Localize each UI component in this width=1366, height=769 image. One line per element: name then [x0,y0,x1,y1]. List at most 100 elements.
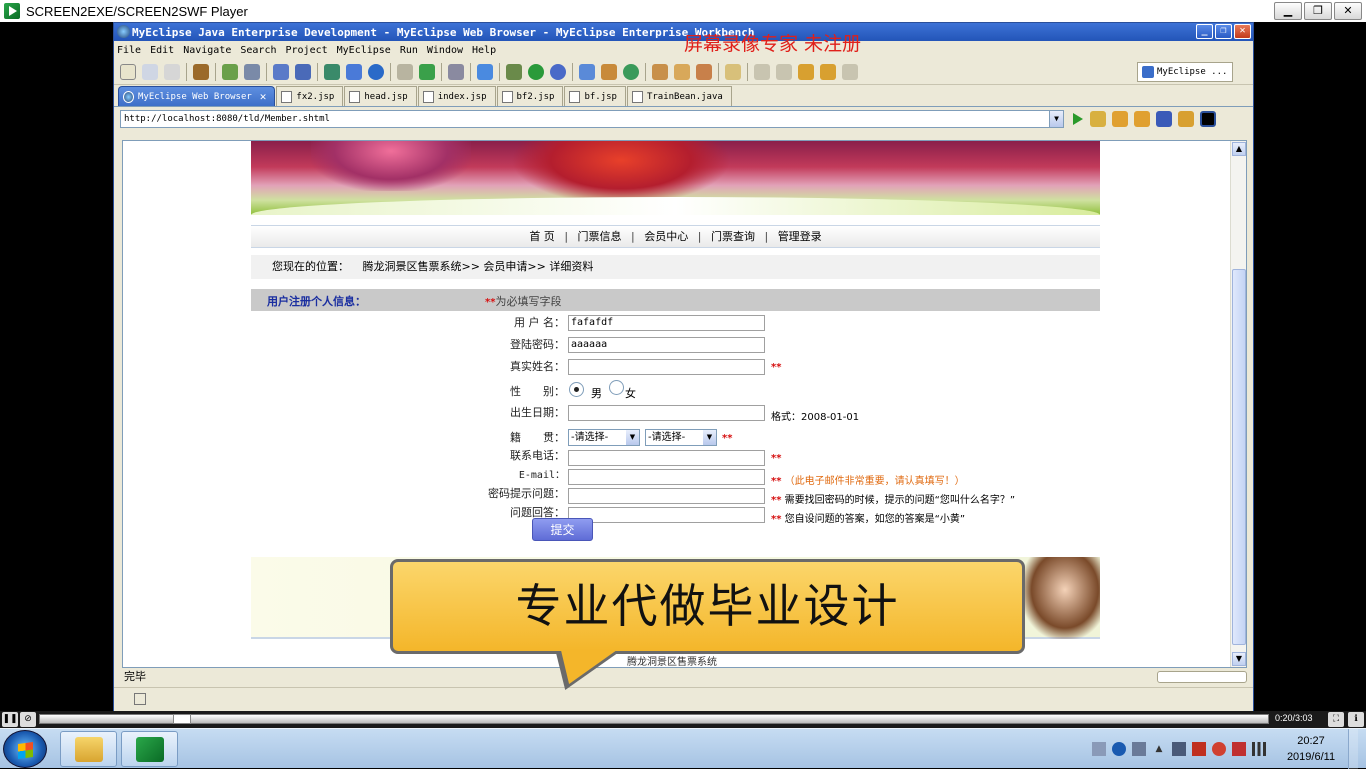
scroll-thumb[interactable] [1232,269,1246,645]
language-icon[interactable] [1132,742,1146,756]
menu-navigate[interactable]: Navigate [183,45,231,56]
seek-bar[interactable] [39,714,1269,724]
tab-index-jsp[interactable]: index.jsp [417,86,496,106]
perspective-switcher[interactable]: MyEclipse ... [1137,62,1233,82]
close-tab-icon[interactable]: ✕ [260,90,267,103]
tab-bf-jsp[interactable]: bf.jsp [564,86,626,106]
open-type-icon[interactable] [477,63,493,80]
new-class-icon[interactable] [601,63,617,80]
menu-window[interactable]: Window [427,45,463,56]
phone-input[interactable] [568,450,765,466]
menu-myeclipse[interactable]: MyEclipse [337,45,391,56]
minimize-button[interactable]: ▁ [1274,2,1302,20]
answer-input[interactable] [568,507,765,523]
volume-muted-icon[interactable] [1212,742,1226,756]
refresh-icon[interactable] [419,63,435,80]
email-input[interactable] [568,469,765,485]
show-desktop-button[interactable] [1348,729,1358,769]
new-web-project-icon[interactable] [579,63,595,80]
run-icon[interactable] [528,63,544,80]
scroll-up-icon[interactable]: ▲ [1232,142,1246,156]
tab-web-browser[interactable]: MyEclipse Web Browser ✕ [118,86,276,106]
system-clock[interactable]: 20:27 2019/6/11 [1280,733,1342,765]
player-task-button[interactable] [121,731,178,767]
server-icon[interactable] [244,63,260,80]
birth-input[interactable] [568,405,765,421]
pause-icon[interactable]: ❚❚ [2,712,18,727]
open-resource-icon[interactable] [652,63,668,80]
tab-head-jsp[interactable]: head.jsp [344,86,417,106]
save-icon[interactable] [142,63,158,80]
menu-run[interactable]: Run [400,45,418,56]
run-server-icon[interactable] [346,63,362,80]
back-icon[interactable] [820,63,836,80]
submit-button[interactable]: 提交 [532,518,593,541]
tab-fx2-jsp[interactable]: fx2.jsp [276,86,344,106]
keyboard-icon[interactable] [1092,742,1106,756]
nav-admin-login[interactable]: 管理登录 [778,230,822,243]
info-icon[interactable]: ℹ [1348,712,1364,727]
window-minimize-button[interactable]: _ [1196,24,1213,39]
deploy-icon[interactable] [222,63,238,80]
browser-scrollbar[interactable]: ▲ ▼ [1230,141,1246,667]
forward-icon[interactable] [842,63,858,80]
password-input[interactable]: aaaaaa [568,337,765,353]
browser-forward-icon[interactable] [1134,111,1150,127]
question-input[interactable] [568,488,765,504]
debug-icon[interactable] [506,63,522,80]
settings-icon[interactable]: ⊘ [20,712,36,727]
menu-file[interactable]: File [117,45,141,56]
globe-icon[interactable] [368,63,384,80]
nav-tickets[interactable]: 门票信息 [578,230,622,243]
pencil-icon[interactable] [674,63,690,80]
maximize-button[interactable]: ❐ [1304,2,1332,20]
gender-male-radio[interactable] [569,382,584,397]
next-annotation-icon[interactable] [754,63,770,80]
browser-back-icon[interactable] [1112,111,1128,127]
action-center-icon[interactable] [1232,742,1246,756]
menu-help[interactable]: Help [472,45,496,56]
window-close-button[interactable]: ✕ [1234,24,1251,39]
deploy-server-icon[interactable] [324,63,340,80]
new-package-icon[interactable] [623,63,639,80]
tab-trainbean-java[interactable]: TrainBean.java [626,86,732,106]
stop-icon[interactable] [1156,111,1172,127]
new-icon[interactable] [120,63,136,80]
scroll-down-icon[interactable]: ▼ [1232,652,1246,666]
wizard-icon[interactable] [273,63,289,80]
network-icon[interactable] [1172,742,1186,756]
help-icon[interactable] [1112,742,1126,756]
realname-input[interactable] [568,359,765,375]
city-select[interactable]: -请选择- ▼ [645,429,717,446]
nav-home[interactable]: 首 页 [529,230,555,243]
print-icon[interactable] [164,63,180,80]
edit-icon[interactable] [397,63,413,80]
username-input[interactable]: fafafdf [568,315,765,331]
console-icon[interactable] [448,63,464,80]
wizard2-icon[interactable] [295,63,311,80]
menu-edit[interactable]: Edit [150,45,174,56]
close-button[interactable]: ✕ [1334,2,1362,20]
menu-search[interactable]: Search [240,45,276,56]
seek-knob[interactable] [173,714,191,724]
fullscreen-icon[interactable]: ⛶ [1328,712,1344,727]
security-icon[interactable] [1192,742,1206,756]
external-tools-icon[interactable] [550,63,566,80]
url-dropdown-icon[interactable]: ▼ [1049,111,1063,127]
start-button[interactable] [3,730,47,768]
folder-icon[interactable] [725,63,741,80]
last-edit-icon[interactable] [798,63,814,80]
url-input[interactable]: http://localhost:8080/tld/Member.shtml ▼ [120,110,1064,128]
tab-bf2-jsp[interactable]: bf2.jsp [496,86,564,106]
favorites-icon[interactable] [1090,111,1106,127]
signal-icon[interactable] [1252,742,1266,756]
package-icon[interactable] [193,63,209,80]
prev-annotation-icon[interactable] [776,63,792,80]
nav-ticket-search[interactable]: 门票查询 [711,230,755,243]
province-select[interactable]: -请选择- ▼ [568,429,640,446]
tray-expand-icon[interactable]: ▲ [1152,742,1166,756]
window-restore-button[interactable]: ❐ [1215,24,1232,39]
explorer-task-button[interactable] [60,731,117,767]
task-icon[interactable] [696,63,712,80]
menu-project[interactable]: Project [285,45,327,56]
